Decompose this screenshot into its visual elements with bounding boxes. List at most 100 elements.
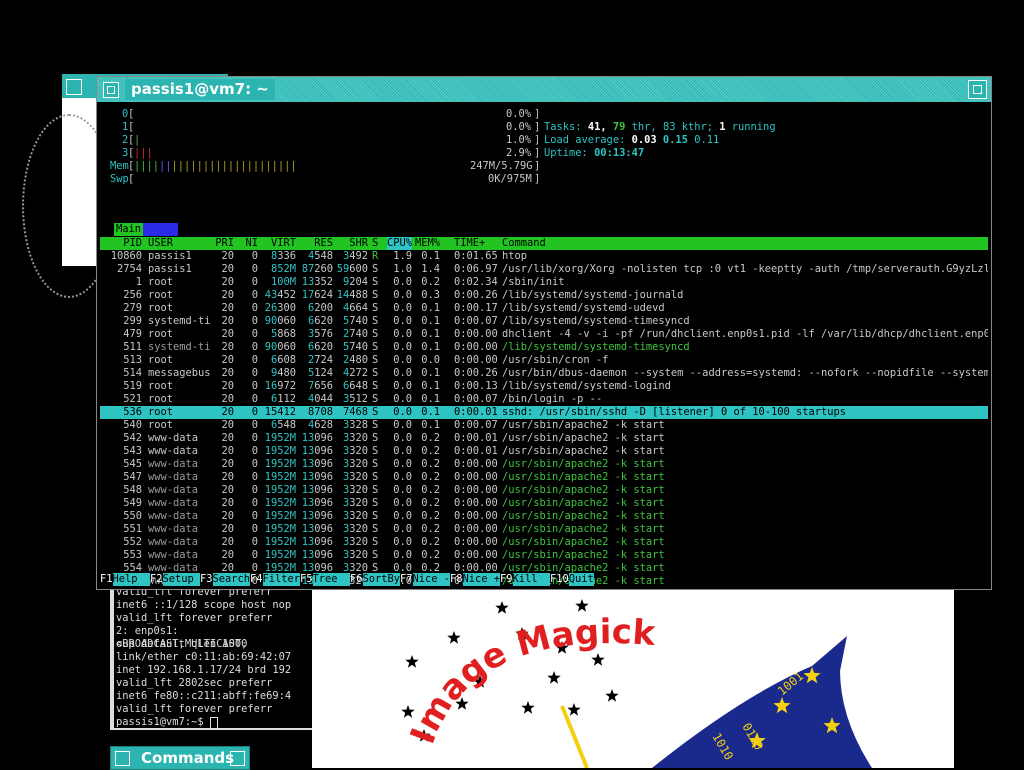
window-menu-icon[interactable]: [66, 79, 82, 95]
process-row[interactable]: 514 messagebus 20 0 9480 5124 4272 S 0.0 0.1 0:00.…: [100, 367, 988, 380]
tab-io[interactable]: I/O: [143, 223, 178, 236]
process-row[interactable]: 2754 passis1 20 0 852M 87260 59600 S 1.0 1.4 0:06.…: [100, 263, 988, 276]
terminal-window[interactable]: passis1@vm7: ~ 0[0.0%] 1[0.0%] 2[| 1.0%] 3[|…: [96, 76, 992, 590]
fkey-f1[interactable]: F1: [100, 573, 113, 586]
process-row[interactable]: 540 root 20 0 6548 4628 3328 S 0.0 0.1 0:00.07/usr…: [100, 419, 988, 432]
process-row[interactable]: 519 root 20 0 16972 7656 6648 S 0.0 0.1 0:00.13/li…: [100, 380, 988, 393]
cell-cmd: /lib/systemd/systemd-timesyncd: [502, 315, 690, 327]
cell-pri: 20: [221, 484, 234, 496]
fkey-f4[interactable]: F4: [250, 573, 263, 586]
window-titlebar[interactable]: passis1@vm7: ~: [97, 77, 991, 102]
cell-user: www-data: [148, 484, 199, 496]
cell-shr: 3320: [342, 432, 368, 444]
cell-cpu: 0.0: [393, 523, 412, 535]
column-header-res[interactable]: RES: [314, 237, 333, 250]
cell-user: passis1: [148, 250, 192, 262]
fkey-label-kill[interactable]: Kill: [512, 573, 550, 586]
cell-cpu: 1.0: [393, 263, 412, 275]
commands-window-titlebar[interactable]: Commands: [110, 746, 250, 770]
process-row[interactable]: 479 root 20 0 5868 3576 2740 S 0.0 0.1 0:00.00 dhcl…: [100, 328, 988, 341]
maximize-icon[interactable]: [230, 751, 245, 766]
cell-shr: 3320: [342, 510, 368, 522]
process-row[interactable]: 549 www-data 20 0 1952M 13096 3320 S 0.0 0.2 0:00.…: [100, 497, 988, 510]
cell-res: 6200: [307, 302, 333, 314]
tab-main[interactable]: Main: [114, 223, 144, 236]
column-header-time[interactable]: TIME+: [454, 237, 485, 250]
background-terminal[interactable]: valid_lft forever preferr inet6 ::1/128 …: [110, 586, 318, 730]
fkey-f6[interactable]: F6: [350, 573, 363, 586]
process-row[interactable]: 552 www-data 20 0 1952M 13096 3320 S 0.0 0.2 0:00.…: [100, 536, 988, 549]
cell-ni: 0: [251, 341, 258, 353]
window-menu-icon[interactable]: [115, 751, 130, 766]
process-row[interactable]: 299 systemd-ti 20 0 90060 6620 5740 S 0.0 0.1 0:00…: [100, 315, 988, 328]
process-table-header[interactable]: PID USER PRI NI VIRT RES SHR S CPU% MEM% TIME+ Comm…: [100, 237, 988, 250]
cell-mem: 0.2: [421, 536, 440, 548]
process-row[interactable]: 550 www-data 20 0 1952M 13096 3320 S 0.0 0.2 0:00.…: [100, 510, 988, 523]
column-header-cmd[interactable]: Command: [502, 237, 546, 250]
cell-time: 0:00.07: [454, 393, 498, 405]
column-header-cpu[interactable]: CPU%: [386, 237, 412, 250]
fkey-label-setup[interactable]: Setup: [162, 573, 200, 586]
column-header-mem[interactable]: MEM%: [415, 237, 440, 250]
process-row[interactable]: 1 root 20 0 100M 13352 9204 S 0.0 0.2 0:02.34/sbin…: [100, 276, 988, 289]
cell-cmd: /lib/systemd/systemd-journald: [502, 289, 684, 301]
process-row[interactable]: 553 www-data 20 0 1952M 13096 3320 S 0.0 0.2 0:00.…: [100, 549, 988, 562]
fkey-label-tree[interactable]: Tree: [312, 573, 350, 586]
fkey-label-nice[interactable]: Nice +: [462, 573, 500, 586]
cell-cmd: /lib/systemd/systemd-timesyncd: [502, 341, 690, 353]
cell-ni: 0: [251, 536, 258, 548]
column-header-s[interactable]: S: [372, 237, 378, 250]
swp-meter-label: Swp: [110, 173, 129, 185]
process-row[interactable]: 536 root 20 0 15412 8708 7468 S 0.0 0.1 0:00.01 ssh…: [100, 406, 988, 419]
cell-pri: 20: [221, 523, 234, 535]
cell-cmd: htop: [502, 250, 528, 262]
fkey-label-help[interactable]: Help: [112, 573, 150, 586]
cell-ni: 0: [251, 354, 258, 366]
cell-virt: 1952M: [264, 445, 296, 457]
fkey-f2[interactable]: F2: [150, 573, 163, 586]
htop-screen[interactable]: 0[0.0%] 1[0.0%] 2[| 1.0%] 3[||| 2.9%] Mem[||||…: [100, 105, 988, 587]
cell-virt: 100M: [270, 276, 296, 288]
fkey-f8[interactable]: F8: [450, 573, 463, 586]
process-row[interactable]: 551 www-data 20 0 1952M 13096 3320 S 0.0 0.2 0:00.…: [100, 523, 988, 536]
fkey-label-nice[interactable]: Nice -: [412, 573, 450, 586]
fkey-label-search[interactable]: Search: [212, 573, 250, 586]
column-header-virt[interactable]: VIRT: [271, 237, 296, 250]
process-row[interactable]: 547 www-data 20 0 1952M 13096 3320 S 0.0 0.2 0:00.…: [100, 471, 988, 484]
cell-s: S: [372, 406, 379, 418]
process-row[interactable]: 511 systemd-ti 20 0 90060 6620 5740 S 0.0 0.1 0:00…: [100, 341, 988, 354]
column-header-pid[interactable]: PID: [123, 237, 142, 250]
fkey-f3[interactable]: F3: [200, 573, 213, 586]
fkey-label-quit[interactable]: Quit: [568, 573, 594, 586]
process-row[interactable]: 543 www-data 20 0 1952M 13096 3320 S 0.0 0.2 0:00.…: [100, 445, 988, 458]
fkey-f7[interactable]: F7: [400, 573, 413, 586]
process-row[interactable]: 521 root 20 0 6112 4044 3512 S 0.0 0.1 0:00.07/bin…: [100, 393, 988, 406]
column-header-ni[interactable]: NI: [245, 237, 258, 250]
column-header-user[interactable]: USER: [148, 237, 173, 250]
column-header-pri[interactable]: PRI: [215, 237, 234, 250]
fkey-f5[interactable]: F5: [300, 573, 313, 586]
cell-res: 13096: [301, 549, 333, 561]
window-menu-icon[interactable]: [103, 82, 119, 98]
cell-ni: 0: [251, 393, 258, 405]
maximize-icon[interactable]: [968, 80, 987, 99]
cell-res: 13096: [301, 445, 333, 457]
process-row[interactable]: 256 root 20 0 43452 17624 14488 S 0.0 0.3 0:00.26 /…: [100, 289, 988, 302]
fkey-label-sortby[interactable]: SortBy: [362, 573, 400, 586]
cell-ni: 0: [251, 367, 258, 379]
process-row[interactable]: 279 root 20 0 26300 6200 4664 S 0.0 0.1 0:00.17/li…: [100, 302, 988, 315]
process-row[interactable]: 545 www-data 20 0 1952M 13096 3320 S 0.0 0.2 0:00.…: [100, 458, 988, 471]
function-key-bar[interactable]: F1 Help F2 Setup F3 Search F4 Filter F5 Tree F6 Sor…: [100, 573, 988, 586]
process-row[interactable]: 548 www-data 20 0 1952M 13096 3320 S 0.0 0.2 0:00.…: [100, 484, 988, 497]
process-row[interactable]: 542 www-data 20 0 1952M 13096 3320 S 0.0 0.2 0:00.…: [100, 432, 988, 445]
cell-shr: 2480: [342, 354, 368, 366]
process-row[interactable]: 513 root 20 0 6608 2724 2480 S 0.0 0.0 0:00.00/usr…: [100, 354, 988, 367]
fkey-f9[interactable]: F9: [500, 573, 513, 586]
fkey-f10[interactable]: F10: [550, 573, 569, 586]
fkey-label-filter[interactable]: Filter: [262, 573, 300, 586]
cell-cmd: /bin/login -p --: [502, 393, 603, 405]
column-header-shr[interactable]: SHR: [349, 237, 368, 250]
cell-s: S: [372, 510, 379, 522]
process-row[interactable]: 10860 passis1 20 0 8336 4548 3492 R 1.9 0.1 0:01.6…: [100, 250, 988, 263]
cell-res: 2724: [307, 354, 333, 366]
